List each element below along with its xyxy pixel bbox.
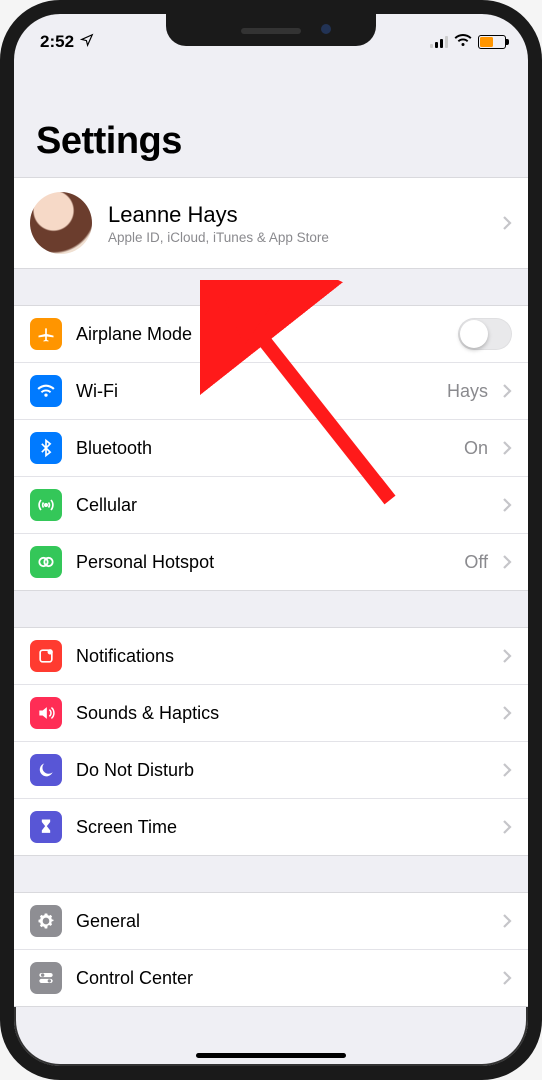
airplane-toggle[interactable] xyxy=(458,318,512,350)
chevron-right-icon xyxy=(502,497,512,513)
cell-signal-icon xyxy=(430,36,448,48)
row-value: Hays xyxy=(447,381,488,402)
chevron-right-icon xyxy=(502,762,512,778)
hourglass-icon xyxy=(30,811,62,843)
airplane-icon xyxy=(30,318,62,350)
avatar xyxy=(30,192,92,254)
row-label: General xyxy=(76,911,488,932)
row-label: Sounds & Haptics xyxy=(76,703,488,724)
row-label: Bluetooth xyxy=(76,438,450,459)
phone-frame: 2:52 Settings Leanne Hays Apple ID, iClo… xyxy=(0,0,542,1080)
chevron-right-icon xyxy=(502,913,512,929)
row-general[interactable]: General xyxy=(14,893,528,949)
row-label: Cellular xyxy=(76,495,488,516)
group-connectivity: Airplane Mode Wi-Fi Hays Bluetooth On Ce… xyxy=(14,305,528,591)
chevron-right-icon xyxy=(502,440,512,456)
row-airplane-mode[interactable]: Airplane Mode xyxy=(14,306,528,362)
row-screen-time[interactable]: Screen Time xyxy=(14,798,528,855)
row-notifications[interactable]: Notifications xyxy=(14,628,528,684)
moon-icon xyxy=(30,754,62,786)
row-value: On xyxy=(464,438,488,459)
chevron-right-icon xyxy=(502,648,512,664)
profile-row[interactable]: Leanne Hays Apple ID, iCloud, iTunes & A… xyxy=(14,178,528,268)
row-wifi[interactable]: Wi-Fi Hays xyxy=(14,362,528,419)
row-control-center[interactable]: Control Center xyxy=(14,949,528,1006)
gear-icon xyxy=(30,905,62,937)
profile-name: Leanne Hays xyxy=(108,202,486,228)
notifications-icon xyxy=(30,640,62,672)
wifi-icon xyxy=(454,32,472,52)
chevron-right-icon xyxy=(502,819,512,835)
toggles-icon xyxy=(30,962,62,994)
row-label: Notifications xyxy=(76,646,488,667)
profile-subtitle: Apple ID, iCloud, iTunes & App Store xyxy=(108,230,486,245)
group-notifications: Notifications Sounds & Haptics Do Not Di… xyxy=(14,627,528,856)
chevron-right-icon xyxy=(502,383,512,399)
bluetooth-icon xyxy=(30,432,62,464)
row-sounds[interactable]: Sounds & Haptics xyxy=(14,684,528,741)
group-general: General Control Center xyxy=(14,892,528,1007)
row-dnd[interactable]: Do Not Disturb xyxy=(14,741,528,798)
row-hotspot[interactable]: Personal Hotspot Off xyxy=(14,533,528,590)
status-time: 2:52 xyxy=(40,32,74,52)
row-label: Screen Time xyxy=(76,817,488,838)
battery-icon xyxy=(478,35,506,49)
row-label: Airplane Mode xyxy=(76,324,444,345)
location-icon xyxy=(80,32,94,52)
row-cellular[interactable]: Cellular xyxy=(14,476,528,533)
row-label: Wi-Fi xyxy=(76,381,433,402)
chevron-right-icon xyxy=(502,554,512,570)
row-label: Control Center xyxy=(76,968,488,989)
home-indicator[interactable] xyxy=(196,1053,346,1058)
row-bluetooth[interactable]: Bluetooth On xyxy=(14,419,528,476)
page-title: Settings xyxy=(14,60,528,177)
chevron-right-icon xyxy=(502,215,512,231)
row-label: Personal Hotspot xyxy=(76,552,450,573)
wifi-icon xyxy=(30,375,62,407)
row-value: Off xyxy=(464,552,488,573)
speaker-icon xyxy=(30,697,62,729)
notch xyxy=(166,14,376,46)
row-label: Do Not Disturb xyxy=(76,760,488,781)
hotspot-icon xyxy=(30,546,62,578)
cellular-icon xyxy=(30,489,62,521)
chevron-right-icon xyxy=(502,970,512,986)
chevron-right-icon xyxy=(502,705,512,721)
